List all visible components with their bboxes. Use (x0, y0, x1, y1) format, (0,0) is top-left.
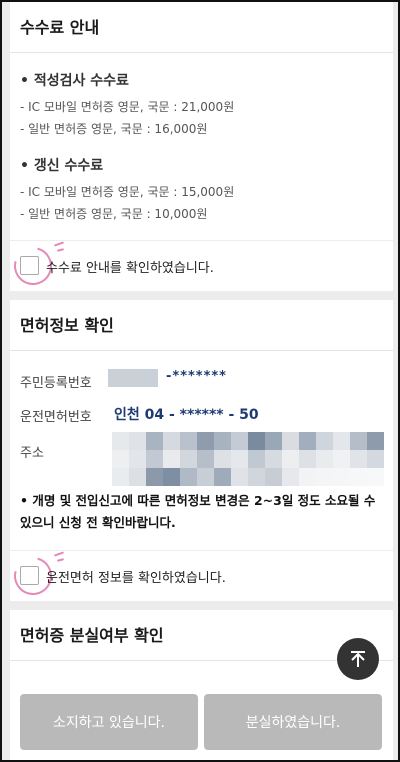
license-number-value: 인천 04 - ****** - 50 (114, 407, 259, 423)
lost-license-button[interactable]: 분실하였습니다. (204, 694, 382, 750)
renewal-fee-block: • 갱신 수수료 - IC 모바일 면허증 영문, 국문 : 15,000원 -… (20, 155, 234, 225)
license-confirm-label[interactable]: 운전면허 정보를 확인하였습니다. (46, 567, 226, 586)
fee-confirm-label[interactable]: 수수료 안내를 확인하였습니다. (46, 257, 214, 276)
scroll-top-button[interactable] (337, 638, 379, 680)
app-frame: 수수료 안내 • 적성검사 수수료 - IC 모바일 면허증 영문, 국문 : … (0, 0, 400, 762)
arrow-up-icon (351, 651, 365, 667)
address-label: 주소 (20, 446, 44, 461)
license-confirm-row[interactable]: 운전면허 정보를 확인하였습니다. (7, 550, 393, 602)
address-mosaic (112, 432, 384, 486)
resident-number-label: 주민등록번호 (20, 376, 92, 391)
fee-confirm-row[interactable]: 수수료 안내를 확인하였습니다. (7, 240, 393, 292)
highlight-tick (56, 248, 65, 252)
renewal-fee-ic: - IC 모바일 면허증 영문, 국문 : 15,000원 (20, 185, 235, 199)
license-change-notice: • 개명 및 전입신고에 따른 면허정보 변경은 2~3일 정도 소요될 수 있… (20, 493, 376, 530)
license-confirm-checkbox[interactable] (20, 566, 39, 585)
have-license-button[interactable]: 소지하고 있습니다. (20, 694, 198, 750)
license-card: 면허정보 확인 주민등록번호 -******* 운전면허번호 인천 04 - *… (7, 300, 393, 602)
license-title: 면허정보 확인 (10, 300, 393, 351)
aptitude-fee-block: • 적성검사 수수료 - IC 모바일 면허증 영문, 국문 : 21,000원… (20, 70, 234, 140)
aptitude-fee-normal: - 일반 면허증 영문, 국문 : 16,000원 (20, 122, 208, 136)
renewal-fee-normal: - 일반 면허증 영문, 국문 : 10,000원 (20, 207, 208, 221)
loss-title: 면허증 분실여부 확인 (10, 610, 393, 661)
resident-number-value: -******* (166, 369, 227, 384)
resident-number-mask (108, 369, 158, 387)
fee-confirm-checkbox[interactable] (20, 256, 39, 275)
aptitude-fee-ic: - IC 모바일 면허증 영문, 국문 : 21,000원 (20, 100, 235, 114)
license-number-label: 운전면허번호 (20, 410, 92, 425)
fee-card: 수수료 안내 • 적성검사 수수료 - IC 모바일 면허증 영문, 국문 : … (7, 2, 393, 292)
renewal-fee-heading: • 갱신 수수료 (20, 158, 104, 174)
fee-title: 수수료 안내 (10, 2, 393, 53)
highlight-tick (56, 558, 65, 562)
aptitude-fee-heading: • 적성검사 수수료 (20, 73, 129, 89)
highlight-tick (53, 241, 65, 247)
highlight-tick (53, 551, 65, 557)
